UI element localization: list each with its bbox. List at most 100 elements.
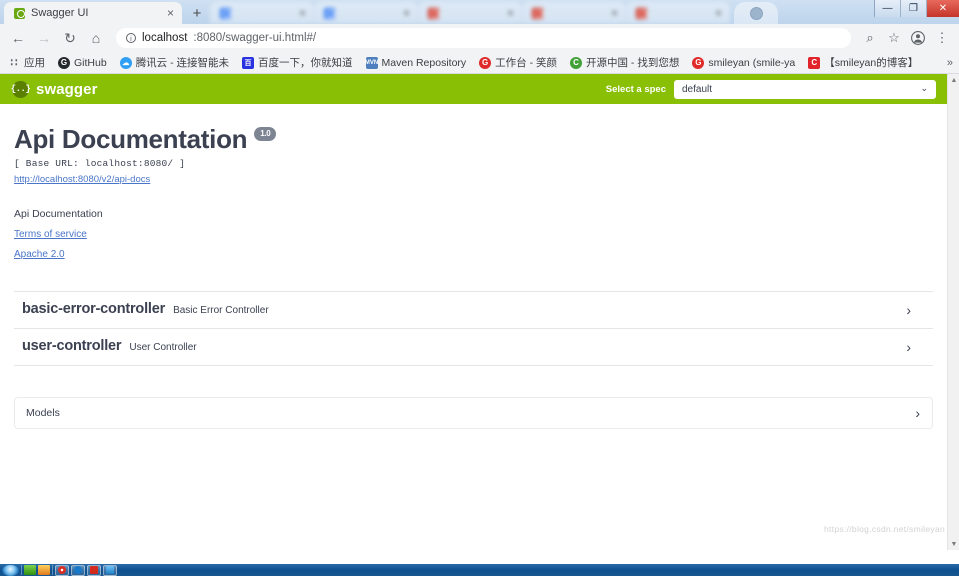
- back-button[interactable]: ←: [6, 26, 30, 50]
- page-viewport: {..} swagger Select a spec default ⌄ Api…: [0, 74, 959, 550]
- swagger-brace-icon: {..}: [12, 81, 29, 98]
- pdf-icon: [90, 566, 98, 574]
- browser-tab-6[interactable]: ×: [626, 2, 730, 24]
- reload-button[interactable]: ↻: [58, 26, 82, 50]
- oschina-icon: C: [570, 57, 582, 69]
- search-icon[interactable]: ⌕: [859, 27, 881, 49]
- chevron-right-icon[interactable]: ›: [915, 405, 920, 421]
- page-scrollbar[interactable]: ▲ ▼: [947, 74, 959, 550]
- tencent-cloud-icon: ☁: [120, 57, 132, 69]
- swagger-content: Api Documentation 1.0 [ Base URL: localh…: [0, 104, 947, 429]
- tab-close-icon[interactable]: ×: [403, 7, 410, 19]
- tag-description: Basic Error Controller: [173, 305, 269, 316]
- chrome-icon: [58, 566, 66, 574]
- browser-tab-active[interactable]: Swagger UI ×: [4, 2, 182, 24]
- bookmark-smileyan-gitee[interactable]: G smileyan (smile-ya: [692, 57, 795, 69]
- bookmark-label: smileyan (smile-ya: [708, 57, 795, 69]
- taskbar-divider: [21, 565, 22, 575]
- api-description-text: Api Documentation: [14, 208, 933, 220]
- taskbar-item-explorer[interactable]: [103, 565, 117, 576]
- swagger-favicon-icon: [14, 8, 25, 19]
- address-bar[interactable]: i localhost :8080/swagger-ui.html#/: [116, 28, 851, 48]
- tag-description: User Controller: [129, 342, 196, 353]
- profile-avatar-icon: [750, 7, 763, 20]
- chevron-right-icon[interactable]: ›: [906, 302, 911, 318]
- window-close-button[interactable]: ✕: [927, 0, 959, 17]
- bookmark-oschina[interactable]: C 开源中国 - 找到您想: [570, 55, 679, 70]
- license-link[interactable]: Apache 2.0: [14, 249, 933, 260]
- bookmark-star-icon[interactable]: ☆: [883, 27, 905, 49]
- tag-name: user-controller: [22, 338, 121, 354]
- baidu-icon: 百: [242, 57, 254, 69]
- url-host: localhost: [142, 32, 187, 44]
- site-info-icon[interactable]: i: [126, 33, 136, 43]
- version-badge: 1.0: [254, 127, 276, 141]
- taskbar-item-ie[interactable]: [71, 565, 85, 576]
- bookmark-smileyan-blog[interactable]: C 【smileyan的博客】: [808, 55, 918, 70]
- tab-close-icon[interactable]: ×: [611, 7, 618, 19]
- scroll-up-arrow-icon[interactable]: ▲: [948, 74, 959, 86]
- bookmark-label: 【smileyan的博客】: [824, 55, 918, 70]
- spec-select[interactable]: default ⌄: [674, 80, 936, 99]
- bookmark-tencent-cloud[interactable]: ☁ 腾讯云 - 连接智能未: [120, 55, 229, 70]
- taskbar-item-chrome[interactable]: [55, 565, 69, 576]
- start-button-icon[interactable]: [2, 565, 19, 576]
- quicklaunch-icon-2[interactable]: [38, 565, 50, 575]
- chevron-down-icon: ⌄: [920, 83, 928, 94]
- tag-name: basic-error-controller: [22, 301, 165, 317]
- chevron-right-icon[interactable]: ›: [906, 339, 911, 355]
- blurred-favicon-icon: [324, 8, 335, 19]
- bookmark-label: 开源中国 - 找到您想: [586, 55, 679, 70]
- bookmark-github[interactable]: G GitHub: [58, 57, 107, 69]
- tab-strip: Swagger UI × + × × × × ×: [0, 0, 959, 24]
- new-tab-button[interactable]: +: [184, 2, 210, 24]
- bookmarks-bar: ∷ 应用 G GitHub ☁ 腾讯云 - 连接智能未 百 百度一下，你就知道 …: [0, 52, 959, 74]
- home-button[interactable]: ⌂: [84, 26, 108, 50]
- models-label: Models: [26, 407, 60, 419]
- bookmarks-overflow-icon[interactable]: »: [947, 57, 953, 69]
- api-info-block: Api Documentation 1.0 [ Base URL: localh…: [14, 104, 933, 195]
- bookmark-apps[interactable]: ∷ 应用: [8, 55, 45, 70]
- bookmark-baidu[interactable]: 百 百度一下，你就知道: [242, 55, 353, 70]
- blurred-favicon-icon: [428, 8, 439, 19]
- page-title: Api Documentation 1.0: [14, 126, 933, 152]
- blurred-favicon-icon: [220, 8, 231, 19]
- swagger-ui-page: {..} swagger Select a spec default ⌄ Api…: [0, 74, 947, 550]
- window-restore-button[interactable]: ❐: [901, 0, 927, 17]
- tag-section-user-controller[interactable]: user-controller User Controller ›: [14, 329, 933, 366]
- swagger-logo[interactable]: {..} swagger: [12, 81, 98, 98]
- swagger-topbar: {..} swagger Select a spec default ⌄: [0, 74, 947, 104]
- chrome-menu-icon[interactable]: ⋮: [931, 27, 953, 49]
- browser-tab-3[interactable]: ×: [314, 2, 418, 24]
- browser-window: Swagger UI × + × × × × ×: [0, 0, 959, 576]
- browser-profile-button[interactable]: [734, 2, 778, 24]
- browser-toolbar: ← → ↻ ⌂ i localhost:8080/swagger-ui.html…: [0, 24, 959, 52]
- browser-tab-5[interactable]: ×: [522, 2, 626, 24]
- browser-tab-2[interactable]: ×: [210, 2, 314, 24]
- taskbar-item-pdf[interactable]: [87, 565, 101, 576]
- bookmark-label: 百度一下，你就知道: [258, 55, 353, 70]
- bookmark-maven-repository[interactable]: MVN Maven Repository: [366, 57, 467, 69]
- browser-tab-4[interactable]: ×: [418, 2, 522, 24]
- profile-avatar-icon[interactable]: [907, 27, 929, 49]
- url-path: :8080/swagger-ui.html#/: [193, 32, 316, 44]
- bookmark-label: 腾讯云 - 连接智能未: [136, 55, 229, 70]
- select-a-spec-label: Select a spec: [606, 84, 666, 95]
- github-icon: G: [58, 57, 70, 69]
- quicklaunch-icon-1[interactable]: [24, 565, 36, 575]
- models-section[interactable]: Models ›: [14, 397, 933, 429]
- windows-taskbar: [0, 564, 959, 576]
- gitee-icon: G: [692, 57, 704, 69]
- api-docs-link[interactable]: http://localhost:8080/v2/api-docs: [14, 174, 150, 185]
- tab-close-icon[interactable]: ×: [507, 7, 514, 19]
- terms-of-service-link[interactable]: Terms of service: [14, 229, 933, 240]
- window-minimize-button[interactable]: —: [875, 0, 901, 17]
- tag-section-basic-error-controller[interactable]: basic-error-controller Basic Error Contr…: [14, 291, 933, 329]
- tab-close-icon[interactable]: ×: [715, 7, 722, 19]
- tab-close-icon[interactable]: ×: [299, 7, 306, 19]
- spec-select-value: default: [682, 84, 712, 95]
- bookmark-gitee-workbench[interactable]: G 工作台 - 笑颜: [479, 55, 557, 70]
- tab-close-icon[interactable]: ×: [167, 7, 174, 19]
- gitee-icon: G: [479, 57, 491, 69]
- scroll-down-arrow-icon[interactable]: ▼: [948, 538, 959, 550]
